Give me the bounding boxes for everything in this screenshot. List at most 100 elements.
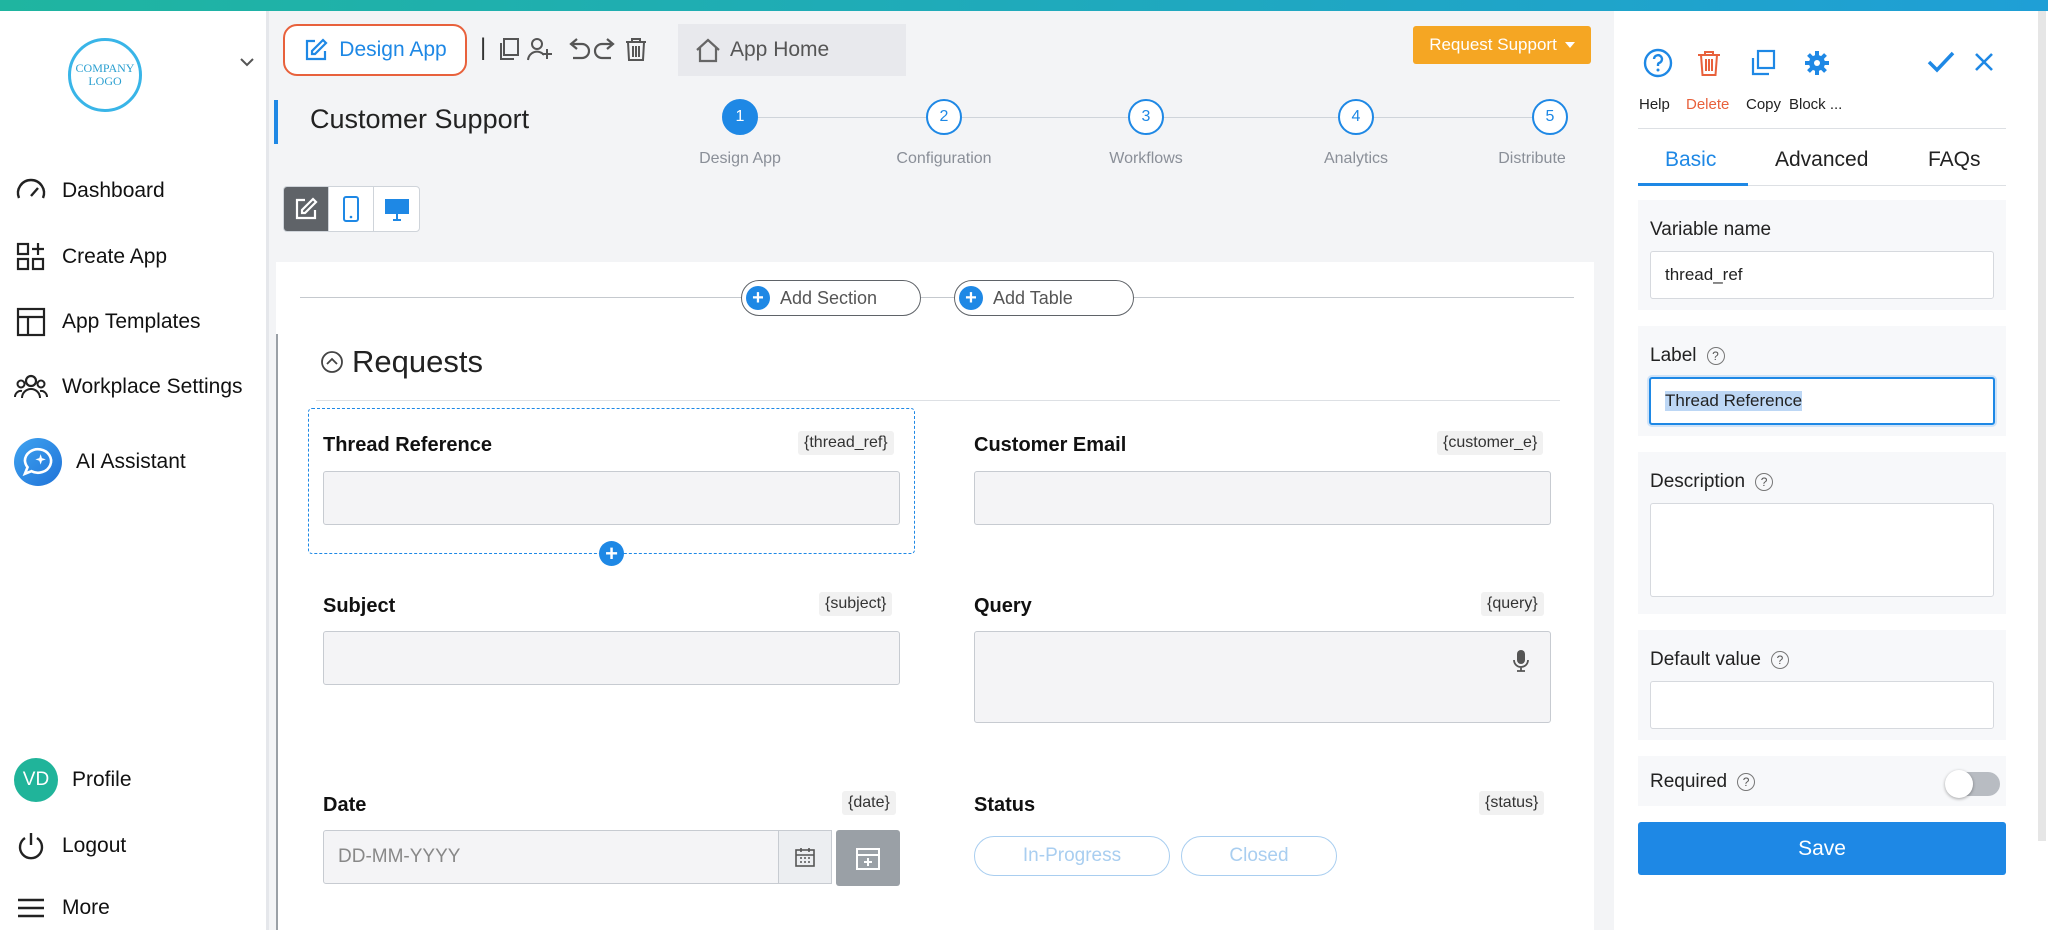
step-label-distribute: Distribute	[1498, 150, 1566, 167]
request-support-button[interactable]: Request Support	[1413, 26, 1591, 64]
calendar-icon	[795, 848, 815, 867]
trash-icon[interactable]	[623, 36, 649, 62]
microphone-icon[interactable]	[1512, 649, 1530, 673]
edit-view-button[interactable]	[284, 187, 329, 231]
company-logo[interactable]: COMPANY LOGO	[68, 38, 142, 112]
help-icon[interactable]	[1643, 48, 1673, 78]
variable-name-input[interactable]: thread_ref	[1650, 251, 1994, 299]
field-label-query: Query	[974, 595, 1032, 617]
desktop-view-button[interactable]	[374, 187, 419, 231]
save-button[interactable]: Save	[1638, 822, 2006, 875]
caret-down-icon	[1564, 42, 1575, 48]
sidebar-item-label: Workplace Settings	[62, 375, 243, 398]
panel-scrollbar[interactable]	[2038, 11, 2046, 841]
date-input[interactable]: DD-MM-YYYY	[323, 830, 832, 884]
sidebar-divider	[266, 11, 269, 930]
check-icon[interactable]	[1927, 50, 1955, 74]
tab-basic[interactable]: Basic	[1665, 148, 1716, 172]
collapse-icon[interactable]	[320, 350, 344, 374]
sidebar-item-ai-assistant[interactable]: AI Assistant	[14, 437, 186, 487]
tab-faqs[interactable]: FAQs	[1928, 148, 1981, 172]
question-mark-icon[interactable]: ?	[1755, 473, 1774, 491]
section-header[interactable]: Requests	[320, 344, 483, 380]
status-option-closed[interactable]: Closed	[1181, 836, 1337, 876]
step-5[interactable]: 5	[1532, 99, 1568, 135]
sidebar-item-more[interactable]: More	[14, 888, 110, 928]
sidebar-item-workplace-settings[interactable]: Workplace Settings	[14, 367, 243, 407]
status-option-in-progress[interactable]: In-Progress	[974, 836, 1170, 876]
calendar-add-icon	[856, 848, 880, 870]
query-textarea[interactable]	[974, 631, 1551, 723]
sidebar-item-label: More	[62, 896, 110, 919]
copy-icon[interactable]	[496, 36, 522, 62]
delete-label: Delete	[1686, 96, 1730, 113]
delete-icon[interactable]	[1694, 48, 1724, 78]
add-row-divider	[300, 297, 1574, 298]
default-value-input[interactable]	[1650, 681, 1994, 729]
avatar: VD	[14, 758, 58, 802]
var-tag-thread-ref: {thread_ref}	[798, 431, 894, 455]
section-divider	[316, 400, 1560, 401]
power-icon	[18, 833, 44, 860]
sidebar-item-logout[interactable]: Logout	[14, 826, 126, 866]
subject-input[interactable]	[323, 631, 900, 685]
sidebar-item-profile[interactable]: VD Profile	[14, 756, 132, 804]
field-label-thread-ref: Thread Reference	[323, 434, 492, 456]
field-label-date: Date	[323, 794, 367, 816]
var-tag-date: {date}	[842, 791, 896, 815]
variable-name-label: Variable name	[1650, 219, 1772, 240]
plus-icon: +	[746, 286, 770, 310]
field-label-customer-email: Customer Email	[974, 434, 1127, 456]
add-table-button[interactable]: + Add Table	[954, 280, 1134, 316]
label-field-label: Label ?	[1650, 345, 1725, 367]
customer-email-input[interactable]	[974, 471, 1551, 525]
design-app-button[interactable]: Design App	[283, 24, 467, 76]
sidebar-item-label: AI Assistant	[76, 450, 186, 473]
sidebar-item-label: Logout	[62, 834, 127, 857]
chevron-down-icon[interactable]	[240, 54, 254, 70]
step-2[interactable]: 2	[926, 99, 962, 135]
copy-icon[interactable]	[1748, 48, 1778, 78]
panel-divider	[1638, 128, 2006, 129]
redo-icon[interactable]	[593, 36, 619, 62]
description-textarea[interactable]	[1650, 503, 1994, 597]
plus-icon: +	[959, 286, 983, 310]
add-date-button[interactable]	[836, 830, 900, 886]
home-icon	[696, 38, 720, 63]
undo-icon[interactable]	[565, 36, 591, 62]
step-4[interactable]: 4	[1338, 99, 1374, 135]
mobile-view-button[interactable]	[329, 187, 374, 231]
sidebar-item-label: App Templates	[62, 310, 201, 333]
required-toggle-knob[interactable]	[1945, 770, 1973, 798]
add-table-label: Add Table	[993, 287, 1073, 308]
edit-icon	[306, 38, 328, 61]
question-mark-icon[interactable]: ?	[1737, 773, 1756, 791]
sidebar-item-label: Profile	[72, 768, 132, 791]
ai-chat-icon	[14, 438, 62, 486]
step-3[interactable]: 3	[1128, 99, 1164, 135]
sidebar-item-app-templates[interactable]: App Templates	[14, 302, 201, 342]
add-field-below-button[interactable]: +	[599, 541, 624, 566]
question-mark-icon[interactable]: ?	[1770, 651, 1789, 669]
step-1[interactable]: 1	[722, 99, 758, 135]
gear-icon[interactable]	[1802, 48, 1832, 78]
sidebar-item-create-app[interactable]: Create App	[14, 237, 167, 277]
add-user-icon[interactable]	[527, 36, 553, 62]
step-connector	[758, 117, 926, 118]
mobile-icon	[343, 196, 359, 222]
design-app-label: Design App	[339, 38, 447, 61]
add-apps-icon	[16, 242, 45, 271]
app-home-button[interactable]: App Home	[678, 24, 906, 76]
label-input[interactable]: Thread Reference	[1649, 377, 1995, 425]
required-label: Required ?	[1650, 771, 1756, 793]
canvas-left-border	[276, 334, 278, 930]
top-accent-bar	[0, 0, 2048, 11]
active-tab-indicator	[1638, 183, 1748, 186]
question-mark-icon[interactable]: ?	[1706, 347, 1725, 365]
date-picker-button[interactable]	[778, 830, 832, 884]
tab-advanced[interactable]: Advanced	[1775, 148, 1868, 172]
thread-ref-input[interactable]	[323, 471, 900, 525]
close-icon[interactable]	[1974, 52, 1994, 72]
add-section-button[interactable]: + Add Section	[741, 280, 921, 316]
sidebar-item-dashboard[interactable]: Dashboard	[14, 171, 165, 211]
